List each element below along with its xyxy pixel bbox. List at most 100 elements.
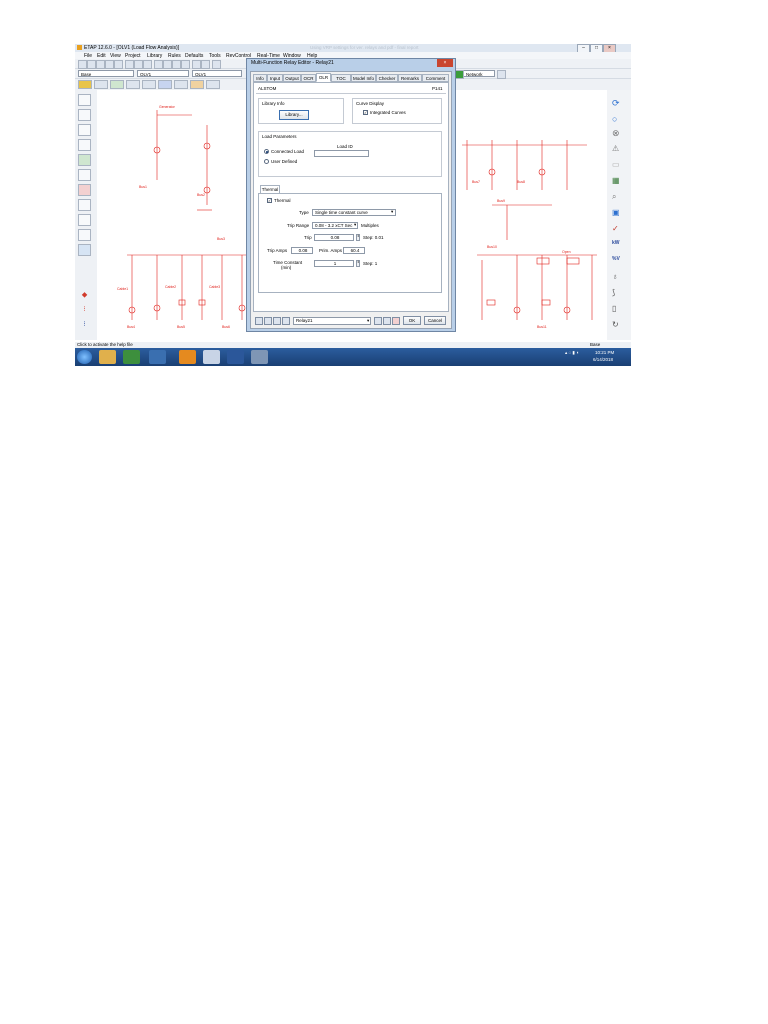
switch-icon[interactable] [78, 139, 91, 151]
next-record-icon[interactable] [374, 317, 382, 325]
print-preview-icon[interactable] [114, 60, 123, 69]
plot-icon[interactable]: ✓ [612, 224, 624, 235]
chrome-taskbar-icon[interactable] [123, 350, 140, 364]
presentation-combo[interactable]: OLV1 [192, 70, 242, 77]
print-dialog-icon[interactable] [264, 317, 272, 325]
tab-comment[interactable]: Comment [422, 74, 449, 82]
stop-icon[interactable]: ⊗ [612, 128, 624, 139]
update-icon[interactable]: ○ [612, 114, 624, 125]
type-select[interactable]: Single time constant curve [312, 209, 396, 216]
meter-icon[interactable] [78, 244, 91, 256]
new-icon[interactable] [78, 60, 87, 69]
integrated-curves-checkbox[interactable]: ✓ [363, 110, 368, 115]
fuse-icon[interactable]: ⁝ [78, 305, 91, 317]
clock-date[interactable]: 6/14/2018 [593, 357, 613, 362]
first-record-icon[interactable] [273, 317, 281, 325]
last-record-icon[interactable] [383, 317, 391, 325]
battery-icon[interactable]: ▯ [612, 304, 624, 315]
refresh-icon[interactable]: ↻ [612, 320, 624, 331]
type-dropdown-icon[interactable]: ▾ [391, 209, 393, 215]
run-icon[interactable] [455, 70, 464, 79]
tab-olr[interactable]: OLR [316, 73, 331, 82]
tab-model-info[interactable]: Model Info [351, 74, 376, 82]
load-id-field[interactable] [314, 150, 369, 157]
trip-range-dropdown-icon[interactable]: ▾ [354, 222, 356, 228]
breaker-icon[interactable] [78, 124, 91, 136]
load-icon[interactable] [78, 214, 91, 226]
cancel-button[interactable]: Cancel [424, 316, 446, 325]
harmonic-icon[interactable] [142, 80, 156, 89]
monitor-icon[interactable]: ▣ [612, 208, 624, 219]
tab-checker[interactable]: Checker [376, 74, 398, 82]
protective-device-icon[interactable] [174, 80, 188, 89]
bus-icon[interactable] [78, 94, 91, 106]
cut-icon[interactable] [125, 60, 134, 69]
grid-icon[interactable] [497, 70, 506, 79]
undo-icon[interactable] [192, 60, 201, 69]
previous-record-icon[interactable] [282, 317, 290, 325]
library-button[interactable]: Library... [279, 110, 309, 120]
relay-selector[interactable]: Relay21 [293, 317, 371, 325]
paste-icon[interactable] [143, 60, 152, 69]
line-icon[interactable] [78, 169, 91, 181]
motor-icon[interactable] [78, 199, 91, 211]
trip-spinner[interactable]: ⇕ [356, 234, 360, 241]
star-icon[interactable] [190, 80, 204, 89]
tab-info[interactable]: Info [253, 74, 267, 82]
pin-taskbar-icon[interactable] [251, 350, 268, 364]
redo-icon[interactable] [201, 60, 210, 69]
connected-load-radio[interactable] [264, 149, 269, 154]
clock-time[interactable]: 10:21 PM [595, 350, 614, 355]
ground-icon[interactable]: ⁝ [78, 320, 91, 332]
zoom-out-icon[interactable] [172, 60, 181, 69]
thermal-checkbox[interactable]: ✓ [267, 198, 272, 203]
arc-flash-icon[interactable] [206, 80, 220, 89]
motor-starting-icon[interactable] [126, 80, 140, 89]
generator-icon[interactable] [78, 184, 91, 196]
text-icon[interactable] [212, 60, 221, 69]
user-defined-radio[interactable] [264, 159, 269, 164]
tab-remarks[interactable]: Remarks [398, 74, 422, 82]
view-combo[interactable]: OLV1 [137, 70, 189, 77]
word-taskbar-icon[interactable] [227, 350, 244, 364]
save-icon[interactable] [96, 60, 105, 69]
edit-mode-icon[interactable] [78, 80, 92, 89]
etap-taskbar-icon[interactable] [179, 350, 196, 364]
trip-field[interactable]: 0.08 [314, 234, 354, 241]
browser-taskbar-icon[interactable] [203, 350, 220, 364]
time-constant-field[interactable]: 1 [314, 260, 354, 267]
print-icon[interactable] [105, 60, 114, 69]
load-flow-icon[interactable] [94, 80, 108, 89]
transient-icon[interactable] [158, 80, 172, 89]
info-icon[interactable] [392, 317, 400, 325]
explorer-taskbar-icon[interactable] [99, 350, 116, 364]
search-icon[interactable]: ⌕ [612, 192, 624, 203]
time-constant-spinner[interactable]: ⇕ [356, 260, 360, 267]
tab-output[interactable]: Output [283, 74, 301, 82]
kw-icon[interactable]: kW [612, 240, 624, 251]
load-flow-study-icon[interactable]: ⟳ [612, 98, 624, 109]
report-icon[interactable]: ▭ [612, 160, 624, 171]
start-button-icon[interactable] [77, 350, 92, 364]
voltage-icon[interactable]: %V [612, 256, 624, 267]
mode-combo[interactable]: Base [78, 70, 134, 77]
app-taskbar-icon[interactable] [149, 350, 166, 364]
open-icon[interactable] [87, 60, 96, 69]
short-circuit-icon[interactable] [110, 80, 124, 89]
tray-icons[interactable]: ▴ ◌ ▮ ◖ [565, 350, 579, 356]
alert-icon[interactable]: ⚠ [612, 144, 624, 155]
dialog-close-button[interactable]: × [437, 59, 453, 67]
tab-toc-info[interactable]: TOC Info [331, 74, 351, 89]
transformer-icon[interactable] [78, 109, 91, 121]
thermometer-icon[interactable]: ♁ [612, 272, 624, 283]
help-icon[interactable] [255, 317, 263, 325]
zoom-fit-icon[interactable] [181, 60, 190, 69]
tab-ocr[interactable]: OCR [301, 74, 316, 82]
relay-selector-dropdown-icon[interactable]: ▾ [367, 318, 369, 324]
pan-icon[interactable] [154, 60, 163, 69]
chart-icon[interactable]: ▦ [612, 176, 624, 187]
cable-icon[interactable] [78, 154, 91, 166]
tab-input[interactable]: Input [267, 74, 283, 82]
capacitor-icon[interactable] [78, 229, 91, 241]
wrench-icon[interactable]: ⟆ [612, 288, 624, 299]
